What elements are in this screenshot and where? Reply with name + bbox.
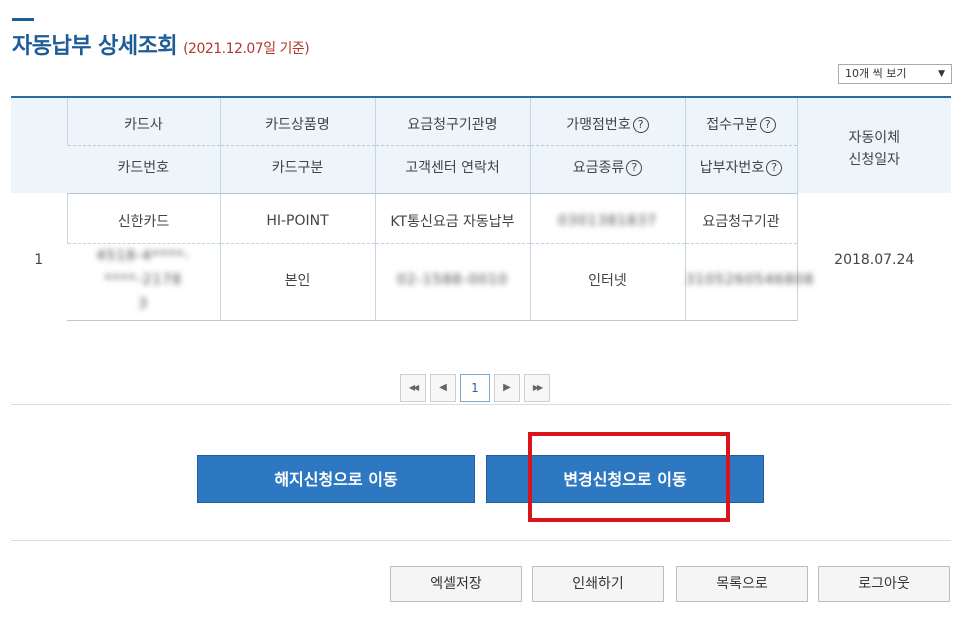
header-apply-date-label: 자동이체 신청일자 (848, 129, 901, 168)
header-card-type: 카드구분 (219, 145, 375, 194)
prev-page-button[interactable]: ◀ (430, 374, 456, 402)
cell-card-company: 신한카드 (66, 193, 220, 244)
divider (11, 540, 951, 541)
header-fee-type-label: 요금종류 (572, 160, 625, 176)
divider (11, 404, 951, 405)
cell-card-product: HI-POINT (219, 193, 375, 244)
pagination: ◀◀ ◀ 1 ▶ ▶▶ (400, 374, 550, 402)
cell-no: 1 (34, 251, 44, 268)
header-card-product: 카드상품명 (219, 96, 375, 146)
header-merchant-no-label: 가맹점번호 (566, 117, 631, 134)
cell-reception: 요금청구기관 (684, 193, 797, 244)
cancel-apply-button[interactable]: 해지신청으로 이동 (197, 455, 475, 503)
chevron-down-icon: ▼ (938, 69, 945, 79)
help-icon[interactable]: ? (632, 117, 649, 134)
header-apply-date: 자동이체 신청일자 (796, 96, 951, 193)
page-1-button[interactable]: 1 (460, 374, 490, 402)
highlight-box (528, 432, 730, 522)
cell-fee-type: 인터넷 (529, 243, 685, 321)
autopay-detail-table: 카드사 카드상품명 요금청구기관명 가맹점번호? 접수구분? 자동이체 신청일자… (11, 96, 951, 321)
header-billing-org: 요금청구기관명 (374, 96, 530, 146)
last-page-button[interactable]: ▶▶ (524, 374, 550, 402)
basis-date: (2021.12.07일 기준) (183, 41, 310, 57)
page-size-label: 10개 씩 보기 (845, 67, 907, 80)
cell-apply-date: 2018.07.24 (796, 193, 951, 320)
help-icon[interactable]: ? (766, 160, 783, 176)
header-card-number: 카드번호 (67, 145, 220, 194)
table-row: 1 신한카드 HI-POINT KT통신요금 자동납부 0301381837 요… (11, 193, 951, 320)
header-merchant-no: 가맹점번호? (529, 96, 685, 146)
page-size-select[interactable]: 10개 씩 보기 ▼ (838, 64, 952, 84)
first-page-button[interactable]: ◀◀ (400, 374, 426, 402)
header-reception-label: 접수구분 (706, 117, 758, 134)
back-to-list-button[interactable]: 목록으로 (676, 566, 808, 602)
cell-card-number: 4518-4****-****-2178 3 (67, 243, 220, 321)
next-page-button[interactable]: ▶ (494, 374, 520, 402)
header-card-company: 카드사 (66, 96, 220, 146)
header-reception: 접수구분? (684, 96, 797, 146)
page-title-text: 자동납부 상세조회 (12, 34, 178, 59)
cell-payer-no: 3105260546808 (684, 243, 813, 321)
page-title: 자동납부 상세조회 (2021.12.07일 기준) (12, 28, 310, 60)
excel-save-button[interactable]: 엑셀저장 (390, 566, 522, 602)
print-button[interactable]: 인쇄하기 (532, 566, 664, 602)
header-fee-type: 요금종류? (529, 145, 685, 194)
table-header-row: 카드사 카드상품명 요금청구기관명 가맹점번호? 접수구분? 자동이체 신청일자 (11, 96, 951, 193)
header-payer-no-label: 납부자번호 (699, 160, 765, 176)
header-contact: 고객센터 연락처 (374, 145, 530, 194)
help-icon[interactable]: ? (759, 117, 776, 134)
cell-billing-org: KT통신요금 자동납부 (374, 193, 530, 244)
header-no (11, 96, 67, 193)
cell-merchant-no: 0301381837 (529, 193, 685, 244)
logout-button[interactable]: 로그아웃 (818, 566, 950, 602)
header-payer-no: 납부자번호? (684, 145, 797, 194)
title-accent-bar (12, 18, 34, 21)
cell-card-type: 본인 (219, 243, 375, 321)
cell-contact: 02-1588-0010 (374, 243, 530, 321)
help-icon[interactable]: ? (626, 160, 643, 176)
